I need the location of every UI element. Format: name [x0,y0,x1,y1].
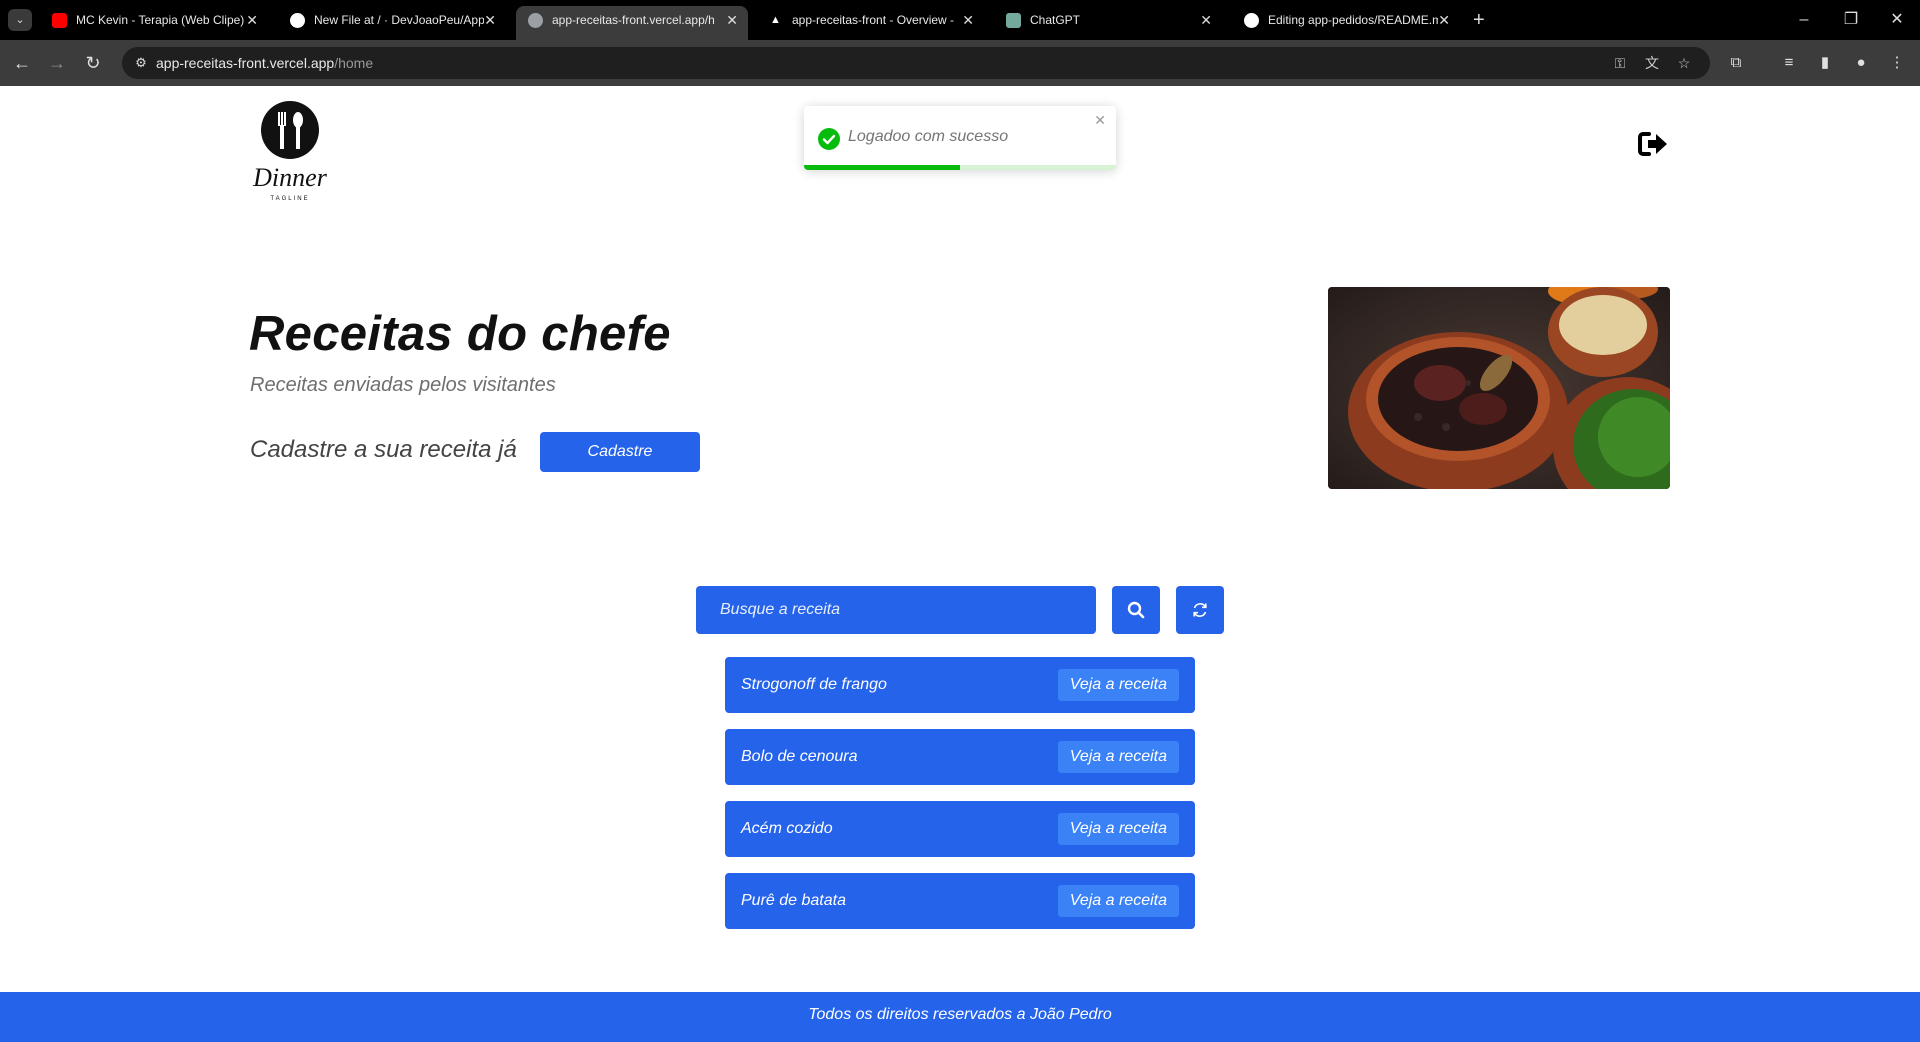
url-host: app-receitas-front.vercel.app [156,55,335,71]
reload-icon[interactable]: ↻ [81,51,105,75]
success-toast: Logadoo com sucesso ✕ [804,106,1116,170]
close-icon[interactable]: ✕ [246,6,258,34]
github-icon [1244,13,1259,28]
recipe-item: Purê de batata Veja a receita [725,873,1195,929]
globe-icon [528,13,543,28]
tab-title: Editing app-pedidos/README.m [1268,13,1438,27]
register-recipe-button[interactable]: Cadastre [540,432,700,472]
browser-toolbar: ← → ↻ ⚙ app-receitas-front.vercel.app/ho… [0,40,1920,86]
recipe-item: Bolo de cenoura Veja a receita [725,729,1195,785]
tab-search-button[interactable]: ⌄ [8,9,32,31]
success-check-icon [818,128,840,150]
logo-text: Dinner [252,163,328,192]
search-icon [1127,601,1145,619]
recipe-list: Strogonoff de frango Veja a receita Bolo… [725,657,1195,945]
close-icon[interactable]: ✕ [1438,6,1450,34]
browser-tab-active[interactable]: app-receitas-front.vercel.app/h ✕ [516,6,748,40]
browser-tab[interactable]: Editing app-pedidos/README.m ✕ [1232,6,1460,40]
recipe-name: Bolo de cenoura [741,748,858,765]
page-title: Receitas do chefe [249,307,671,361]
tab-title: MC Kevin - Terapia (Web Clipe) [76,13,245,27]
close-icon[interactable]: ✕ [726,6,738,34]
browser-tab[interactable]: MC Kevin - Terapia (Web Clipe) ✕ [40,6,268,40]
register-prompt: Cadastre a sua receita já [250,436,517,463]
browser-tab-strip: ⌄ MC Kevin - Terapia (Web Clipe) ✕ New F… [0,0,1920,40]
restore-button[interactable]: ❐ [1841,8,1861,32]
tab-title: app-receitas-front.vercel.app/h [552,13,715,27]
logout-icon [1638,132,1667,156]
tab-title: app-receitas-front - Overview - [792,13,955,27]
url-path: /home [334,55,374,71]
page-subtitle: Receitas enviadas pelos visitantes [250,374,556,396]
logout-button[interactable] [1637,130,1669,158]
side-panel-icon[interactable]: ▮ [1814,52,1836,74]
vercel-icon: ▲ [770,14,781,26]
site-info-icon[interactable]: ⚙ [132,54,150,72]
github-icon [290,13,305,28]
tab-title: ChatGPT [1030,13,1081,27]
tab-title: New File at / · DevJoaoPeu/App [314,13,484,27]
page-content: Dinner TAGLINE Logadoo com sucesso ✕ Rec… [0,86,1920,1042]
close-icon[interactable]: ✕ [962,6,974,34]
recipe-item: Strogonoff de frango Veja a receita [725,657,1195,713]
browser-tab[interactable]: ChatGPT ✕ [994,6,1222,40]
profile-avatar-icon[interactable]: ● [1850,52,1872,74]
forward-arrow-icon[interactable]: → [45,51,69,75]
new-tab-button[interactable]: + [1473,8,1485,32]
logo-tagline: TAGLINE [270,196,309,202]
extensions-icon[interactable]: ⧉ [1725,52,1747,74]
bookmark-star-icon[interactable]: ☆ [1674,53,1694,73]
refresh-icon [1193,603,1207,617]
browser-tab[interactable]: ▲ app-receitas-front - Overview - ✕ [756,6,984,40]
refresh-button[interactable] [1176,586,1224,634]
page-footer: Todos os direitos reservados a João Pedr… [0,992,1920,1042]
recipe-name: Acém cozido [741,820,833,837]
logo-plate-icon: Dinner TAGLINE [252,101,328,202]
search-recipe-input[interactable] [696,586,1096,634]
view-recipe-button[interactable]: Veja a receita [1057,669,1179,701]
toast-progress-bar [804,165,1116,170]
youtube-icon [52,13,67,28]
close-window-button[interactable]: ✕ [1887,8,1907,32]
menu-kebab-icon[interactable]: ⋮ [1886,52,1908,74]
toast-message: Logadoo com sucesso [848,128,1009,145]
view-recipe-button[interactable]: Veja a receita [1057,885,1179,917]
minimize-button[interactable]: – [1794,8,1814,32]
close-icon[interactable]: ✕ [1200,6,1212,34]
view-recipe-button[interactable]: Veja a receita [1057,741,1179,773]
close-icon[interactable]: ✕ [1094,112,1106,129]
footer-copyright: Todos os direitos reservados a João Pedr… [808,1006,1112,1023]
address-bar[interactable]: ⚙ app-receitas-front.vercel.app/home ⚿ 文… [122,47,1710,79]
recipe-name: Purê de batata [741,892,846,909]
feijoada-photo [1328,287,1670,489]
browser-tab[interactable]: New File at / · DevJoaoPeu/App ✕ [278,6,506,40]
chatgpt-icon [1006,13,1021,28]
back-arrow-icon[interactable]: ← [10,51,34,75]
close-icon[interactable]: ✕ [484,6,496,34]
media-controls-icon[interactable]: ≡ [1778,52,1800,74]
password-key-icon[interactable]: ⚿ [1610,53,1630,73]
recipe-item: Acém cozido Veja a receita [725,801,1195,857]
translate-icon[interactable]: 文 [1642,53,1662,73]
search-button[interactable] [1112,586,1160,634]
address-url[interactable]: app-receitas-front.vercel.app/home [156,47,373,79]
toast-progress-fill [804,165,960,170]
recipe-name: Strogonoff de frango [741,676,887,693]
view-recipe-button[interactable]: Veja a receita [1057,813,1179,845]
dinner-logo[interactable]: Dinner TAGLINE [250,100,334,206]
